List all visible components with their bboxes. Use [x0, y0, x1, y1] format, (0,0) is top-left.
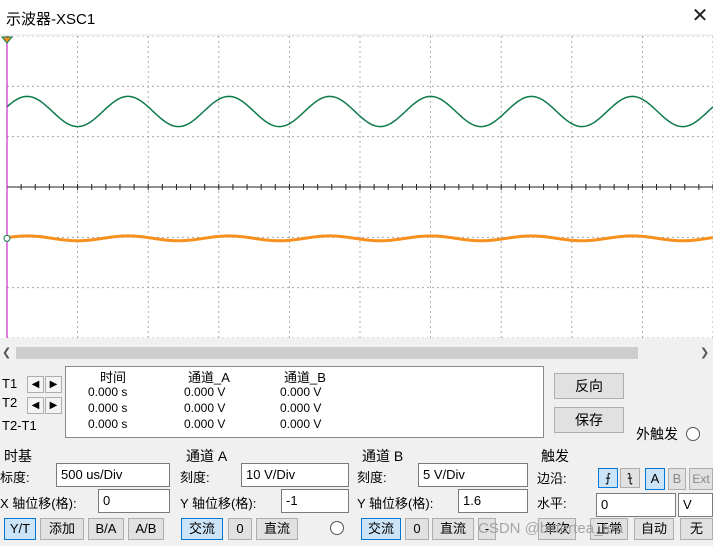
mode-add-button[interactable]: 添加 [40, 518, 84, 540]
channel-b-ypos-field[interactable]: 1.6 [458, 489, 528, 513]
t2-right-arrow-icon[interactable]: ▶ [45, 397, 62, 414]
t1-left-arrow-icon[interactable]: ◀ [27, 376, 44, 393]
delta-time: 0.000 s [88, 417, 128, 431]
t2-left-arrow-icon[interactable]: ◀ [27, 397, 44, 414]
channel-b-scale-field[interactable]: 5 V/Div [418, 463, 528, 487]
t1-time: 0.000 s [88, 385, 128, 399]
title-bar [0, 0, 713, 34]
scroll-left-icon[interactable]: ❮ [2, 345, 14, 361]
cursor-t1-marker [0, 36, 14, 44]
watermark: CSDN @bittertea_tea [478, 520, 624, 537]
t2-ch-a: 0.000 V [184, 401, 226, 415]
edge-rising-icon[interactable]: ⨍ [598, 468, 618, 488]
channel-b-ac-button[interactable]: 交流 [361, 518, 401, 540]
timebase-scale-field[interactable]: 500 us/Div [56, 463, 170, 487]
cursor-delta-label: T2-T1 [2, 418, 37, 433]
cursor-t2-label: T2 [2, 395, 18, 410]
t2-ch-b: 0.000 V [280, 401, 322, 415]
delta-ch-a: 0.000 V [184, 417, 226, 431]
timebase-scale-label: 标度: [0, 470, 30, 485]
channel-a-ypos-label: Y 轴位移(格): [180, 496, 257, 511]
channel-a-scale-field[interactable]: 10 V/Div [241, 463, 349, 487]
trigger-edge-label: 边沿: [537, 471, 567, 486]
channel-a-ac-button[interactable]: 交流 [181, 518, 223, 540]
trigger-level-label: 水平: [537, 496, 567, 511]
scope-display[interactable] [0, 36, 713, 338]
channel-a-radio[interactable] [330, 521, 344, 535]
readout-header-ch-a: 通道_A [188, 370, 230, 385]
channel-a-zero-button[interactable]: 0 [228, 518, 252, 540]
trigger-source-a-button[interactable]: A [645, 468, 665, 490]
measurement-readout: 时间 通道_A 通道_B 0.000 s 0.000 V 0.000 V 0.0… [65, 366, 544, 438]
channel-b-title: 通道 B [362, 448, 404, 464]
trigger-auto-button[interactable]: 自动 [634, 518, 674, 540]
ext-trigger-label: 外触发 [636, 426, 678, 442]
reverse-button[interactable]: 反向 [554, 373, 624, 399]
scroll-right-icon[interactable]: ❯ [700, 345, 712, 361]
timebase-xpos-field[interactable]: 0 [98, 489, 170, 513]
window-title: 示波器-XSC1 [6, 11, 96, 28]
channel-a-dc-button[interactable]: 直流 [256, 518, 298, 540]
trigger-source-ext-button[interactable]: Ext [689, 468, 713, 490]
scroll-thumb[interactable] [16, 347, 638, 359]
scope-grid [6, 36, 713, 338]
mode-ba-button[interactable]: B/A [88, 518, 124, 540]
t2-time: 0.000 s [88, 401, 128, 415]
close-button[interactable]: ✕ [688, 4, 712, 28]
cursor-t1-label: T1 [2, 376, 18, 391]
channel-b-zero-button[interactable]: 0 [405, 518, 429, 540]
readout-header-time: 时间 [100, 370, 127, 385]
trigger-none-button[interactable]: 无 [680, 518, 713, 540]
t1-right-arrow-icon[interactable]: ▶ [45, 376, 62, 393]
t1-ch-b: 0.000 V [280, 385, 322, 399]
channel-a-scale-label: 刻度: [180, 470, 210, 485]
channel-b-ground-marker [3, 234, 11, 242]
channel-b-dc-button[interactable]: 直流 [432, 518, 474, 540]
delta-ch-b: 0.000 V [280, 417, 322, 431]
trigger-title: 触发 [541, 448, 569, 464]
save-button[interactable]: 保存 [554, 407, 624, 433]
channel-a-ypos-field[interactable]: -1 [281, 489, 349, 513]
mode-yt-button[interactable]: Y/T [4, 518, 36, 540]
channel-a-title: 通道 A [186, 448, 228, 464]
timebase-xpos-label: X 轴位移(格): [0, 496, 77, 511]
timebase-title: 时基 [4, 448, 32, 464]
trigger-source-b-button[interactable]: B [668, 468, 686, 490]
readout-header-ch-b: 通道_B [284, 370, 326, 385]
trigger-level-field[interactable]: 0 [596, 493, 676, 517]
channel-b-scale-label: 刻度: [357, 470, 387, 485]
trigger-level-unit[interactable]: V [678, 493, 713, 517]
channel-b-ypos-label: Y 轴位移(格): [357, 496, 434, 511]
mode-ab-button[interactable]: A/B [128, 518, 164, 540]
ext-trigger-radio[interactable] [686, 427, 700, 441]
edge-falling-icon[interactable]: ⨍ [620, 468, 640, 488]
t1-ch-a: 0.000 V [184, 385, 226, 399]
